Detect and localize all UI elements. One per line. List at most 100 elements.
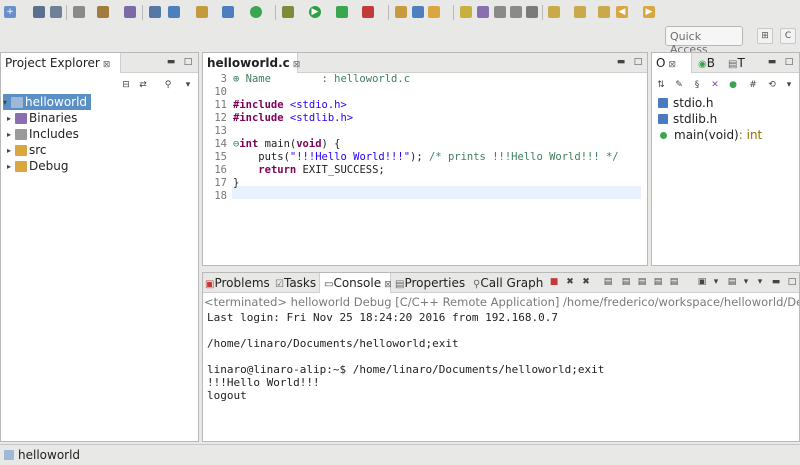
display-console-icon[interactable]: ▣ xyxy=(697,277,707,287)
clear-console-icon[interactable]: ▤ xyxy=(603,277,613,287)
expand-icon[interactable]: ▸ xyxy=(7,146,15,155)
hide-fields-icon[interactable]: ✎ xyxy=(674,80,684,90)
expand-icon[interactable]: ▸ xyxy=(7,162,15,171)
tab-project-explorer[interactable]: Project Explorer ⊠ xyxy=(1,53,121,73)
toggle-mark-icon[interactable] xyxy=(477,6,489,18)
sort-icon[interactable]: ⇅ xyxy=(656,80,666,90)
close-icon[interactable]: ⊠ xyxy=(293,60,301,70)
previous-annotation-icon[interactable] xyxy=(574,6,586,18)
refresh-icon[interactable] xyxy=(250,6,262,18)
whitespace-icon[interactable] xyxy=(510,6,522,18)
outline-item-main[interactable]: main(void) : int xyxy=(658,127,762,143)
filter-icon[interactable]: ⚲ xyxy=(163,80,173,90)
word-wrap-icon[interactable]: ▤ xyxy=(637,277,647,287)
expand-icon[interactable]: ▸ xyxy=(7,130,15,139)
code-line-16[interactable]: 16 return EXIT_SUCCESS; xyxy=(203,164,384,177)
close-icon[interactable]: ⊠ xyxy=(668,60,676,70)
quick-access-field[interactable]: Quick Access xyxy=(665,26,743,56)
remove-launch-icon[interactable]: ✖ xyxy=(565,277,575,287)
expand-icon[interactable]: ▸ xyxy=(7,114,15,123)
hide-static-icon[interactable]: § xyxy=(692,80,702,90)
pin-console-icon[interactable]: ▤ xyxy=(653,277,663,287)
pointer-icon[interactable] xyxy=(149,6,161,18)
code-line-11[interactable]: 11 #include <stdio.h> xyxy=(203,99,346,112)
new-file-icon[interactable] xyxy=(222,6,234,18)
tree-item-debug[interactable]: ▸ Debug xyxy=(7,158,68,174)
new-icon[interactable]: + xyxy=(4,6,16,18)
scroll-lock-icon[interactable]: ▤ xyxy=(621,277,631,287)
save-icon[interactable] xyxy=(33,6,45,18)
tab-tasks[interactable]: ☑Tasks xyxy=(273,273,318,293)
run-icon[interactable]: ▶ xyxy=(309,6,321,18)
outline-item-stdlib[interactable]: stdlib.h xyxy=(658,111,717,127)
code-line-18[interactable]: 18 xyxy=(203,190,233,203)
tree-item-includes[interactable]: ▸ Includes xyxy=(7,126,79,142)
close-icon[interactable]: ⊠ xyxy=(384,280,392,290)
link-editor-icon[interactable]: ⇄ xyxy=(138,80,148,90)
annotation-icon[interactable] xyxy=(460,6,472,18)
next-annotation-icon[interactable] xyxy=(548,6,560,18)
view-menu-icon[interactable]: ▾ xyxy=(755,277,765,287)
collapse-all-icon[interactable]: ⊟ xyxy=(121,80,131,90)
profile-icon[interactable] xyxy=(336,6,348,18)
show-whitespace-icon[interactable] xyxy=(526,6,538,18)
new-project-icon[interactable] xyxy=(168,6,180,18)
code-line-15[interactable]: 15 puts("!!!Hello World!!!"); /* prints … xyxy=(203,151,618,164)
build-icon[interactable] xyxy=(97,6,109,18)
tab-outline[interactable]: O ⊠ xyxy=(652,53,692,73)
maximize-icon[interactable]: □ xyxy=(633,57,643,67)
open-perspective-icon[interactable]: ⊞ xyxy=(757,28,773,44)
task-icon[interactable] xyxy=(428,6,440,18)
tab-task-list[interactable]: ▤T xyxy=(726,53,747,73)
tab-console[interactable]: ▭Console ⊠ xyxy=(319,273,392,293)
code-line-10[interactable]: 10 xyxy=(203,86,233,99)
tab-build-targets[interactable]: ◉B xyxy=(696,53,717,73)
minimize-icon[interactable]: ▬ xyxy=(616,57,626,67)
code-line-12[interactable]: 12 #include <stdlib.h> xyxy=(203,112,353,125)
back-icon[interactable]: ◀ xyxy=(616,6,628,18)
maximize-icon[interactable]: □ xyxy=(183,57,193,67)
maximize-icon[interactable]: □ xyxy=(787,277,797,287)
view-menu-icon[interactable]: ▾ xyxy=(784,80,794,90)
build-all-icon[interactable] xyxy=(124,6,136,18)
tab-helloworld-c[interactable]: helloworld.c ⊠ xyxy=(203,53,301,73)
code-line-17[interactable]: 17} xyxy=(203,177,239,190)
external-tools-icon[interactable] xyxy=(362,6,374,18)
forward-icon[interactable]: ▶ xyxy=(643,6,655,18)
gear-icon[interactable] xyxy=(73,6,85,18)
hide-nonpublic-icon[interactable]: ✕ xyxy=(710,80,720,90)
code-line-14[interactable]: 14 ⊖int main(void) { xyxy=(203,138,340,151)
search-icon[interactable] xyxy=(412,6,424,18)
minimize-icon[interactable]: ▬ xyxy=(767,57,777,67)
display-console-dropdown-icon[interactable]: ▾ xyxy=(711,277,721,287)
last-edit-icon[interactable] xyxy=(598,6,610,18)
tab-call-graph[interactable]: ⚲Call Graph xyxy=(471,273,545,293)
view-menu-icon[interactable]: ▾ xyxy=(183,80,193,90)
focus-icon[interactable]: ⟲ xyxy=(767,80,777,90)
open-console-dropdown-icon[interactable]: ▾ xyxy=(741,277,751,287)
tab-problems[interactable]: ▣Problems xyxy=(203,273,272,293)
open-type-icon[interactable] xyxy=(395,6,407,18)
code-line-3[interactable]: 3 ⊕ Name : helloworld.c xyxy=(203,73,410,86)
minimize-icon[interactable]: ▬ xyxy=(166,57,176,67)
new-folder-icon[interactable] xyxy=(196,6,208,18)
tree-item-binaries[interactable]: ▸ Binaries xyxy=(7,110,77,126)
tab-properties[interactable]: ▤Properties xyxy=(393,273,467,293)
minimize-icon[interactable]: ▬ xyxy=(771,277,781,287)
hide-members-icon[interactable]: ● xyxy=(728,80,738,90)
terminate-icon[interactable]: ■ xyxy=(549,277,559,287)
block-select-icon[interactable] xyxy=(494,6,506,18)
debug-icon[interactable] xyxy=(282,6,294,18)
expand-icon[interactable]: ▾ xyxy=(3,98,11,107)
close-icon[interactable]: ⊠ xyxy=(103,60,111,70)
open-console-icon[interactable]: ▤ xyxy=(727,277,737,287)
save-all-icon[interactable] xyxy=(50,6,62,18)
group-includes-icon[interactable]: # xyxy=(748,80,758,90)
show-console-icon[interactable]: ▤ xyxy=(669,277,679,287)
remove-all-icon[interactable]: ✖ xyxy=(581,277,591,287)
c-cpp-perspective-icon[interactable]: C xyxy=(780,28,796,44)
maximize-icon[interactable]: □ xyxy=(784,57,794,67)
outline-item-stdio[interactable]: stdio.h xyxy=(658,95,713,111)
tree-item-src[interactable]: ▸ src xyxy=(7,142,47,158)
code-line-13[interactable]: 13 xyxy=(203,125,233,138)
